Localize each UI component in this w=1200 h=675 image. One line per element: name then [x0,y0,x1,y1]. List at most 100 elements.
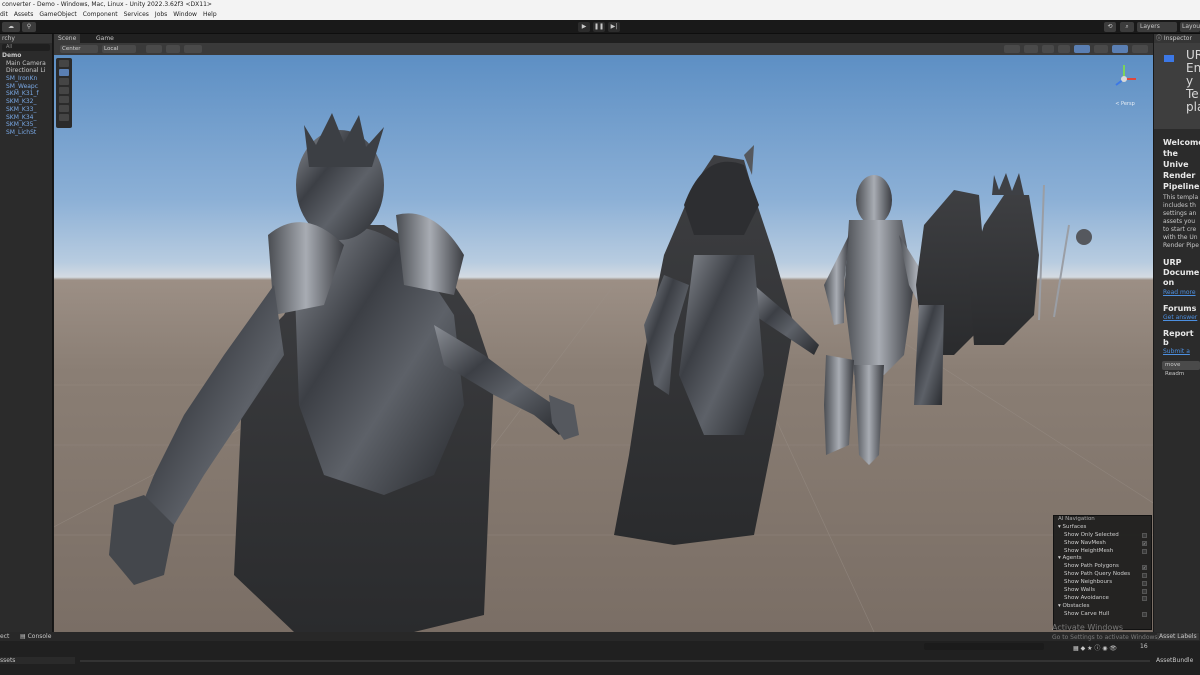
hidden-objects-icon[interactable] [1094,45,1108,53]
checkbox[interactable] [1142,580,1147,586]
ai-option[interactable]: Show Carve Hull [1054,611,1151,619]
draw-mode-icon[interactable] [1004,45,1020,53]
scale-tool-icon[interactable] [59,87,69,94]
bottom-tab-bar [0,632,1200,641]
report-heading: Report b [1163,329,1194,347]
lighting-icon[interactable] [1042,45,1054,53]
heading-line: Render [1163,171,1196,180]
collab-icon[interactable]: ⚲ [22,22,36,32]
hierarchy-item[interactable]: SM_IronKn [0,75,52,83]
hierarchy-search-input[interactable]: All [2,44,50,51]
menu-edit[interactable]: dit [0,9,8,20]
effects-icon[interactable] [1074,45,1090,53]
menu-component[interactable]: Component [83,9,118,20]
menu-gameobject[interactable]: GameObject [39,9,76,20]
hierarchy-item[interactable]: SKM_K35_ [0,121,52,129]
menu-help[interactable]: Help [203,9,217,20]
menu-jobs[interactable]: Jobs [155,9,167,20]
scene-root[interactable]: Demo [0,52,52,60]
gizmos-icon[interactable] [1132,45,1148,53]
ai-option[interactable]: Show Path Query Nodes [1054,571,1151,579]
asset-scrollbar[interactable] [80,660,1150,662]
checkbox[interactable] [1142,572,1147,578]
read-more-link[interactable]: Read more [1154,288,1200,296]
filter-icons[interactable]: ▦ ◆ ★ ⓘ ◉ 👁 [1073,643,1117,652]
tab-game[interactable]: Game [92,34,118,43]
heading-line: on [1163,278,1175,287]
ai-option[interactable]: Show HeightMesh [1054,548,1151,556]
menu-assets[interactable]: Assets [14,9,34,20]
tab-project[interactable]: ect [0,633,9,640]
pause-button[interactable]: ❚❚ [593,22,605,32]
hand-tool-icon[interactable] [59,60,69,67]
project-search-input[interactable] [924,643,1044,650]
transform-tool-icon[interactable] [59,105,69,112]
grid-snap-icon[interactable] [146,45,162,53]
menu-window[interactable]: Window [173,9,197,20]
ai-option[interactable]: Show Neighbours [1054,579,1151,587]
inspector-tab[interactable]: ⓘ Inspector [1154,34,1200,43]
hierarchy-item[interactable]: Directional Li [0,67,52,75]
ai-option[interactable]: Show NavMesh ✓ [1054,540,1151,548]
checkbox-checked[interactable]: ✓ [1142,541,1147,547]
obstacles-header[interactable]: ▾ Obstacles [1054,603,1151,611]
step-button[interactable]: ▶| [608,22,620,32]
rect-tool-icon[interactable] [59,96,69,103]
2d-toggle[interactable] [1024,45,1038,53]
checkbox-checked[interactable]: ✓ [1142,564,1147,570]
space-dropdown[interactable]: Local [102,45,136,53]
hierarchy-item[interactable]: SKM_K32_ [0,98,52,106]
snap-icon[interactable] [166,45,180,53]
hierarchy-item[interactable]: SKM_K31_f [0,90,52,98]
hierarchy-item[interactable]: SM_LichSt [0,129,52,137]
checkbox[interactable] [1142,533,1147,539]
camera-settings-icon[interactable] [1112,45,1128,53]
unity-logo-icon [1164,55,1174,62]
asset-bundle-label[interactable]: AssetBundle [1156,657,1193,664]
checkbox[interactable] [1142,588,1147,594]
pivot-dropdown[interactable]: Center [60,45,98,53]
scene-viewport[interactable]: < Persp [54,55,1153,632]
ai-option[interactable]: Show Avoidance [1054,595,1151,603]
ai-option[interactable]: Show Path Polygons ✓ [1054,563,1151,571]
asset-labels-panel[interactable]: Asset Labels [1157,633,1199,640]
get-answers-link[interactable]: Get answer [1154,313,1200,321]
tab-scene[interactable]: Scene [54,34,81,43]
layers-dropdown[interactable]: Layers [1137,22,1177,32]
increment-icon[interactable] [184,45,202,53]
tab-console[interactable]: ▤ Console [20,633,51,640]
persp-label[interactable]: < Persp [1115,101,1135,107]
ai-option[interactable]: Show Only Selected [1054,532,1151,540]
rotate-tool-icon[interactable] [59,78,69,85]
checkbox[interactable] [1142,549,1147,555]
remove-readme-button[interactable]: move Readm [1162,361,1200,377]
cloud-icon[interactable]: ☁ [2,22,20,32]
bottom-panel: ect ▤ Console ▦ ◆ ★ ⓘ ◉ 👁 16 ssets Asset… [0,623,1200,675]
desc-line: with the Un [1163,234,1198,241]
audio-icon[interactable] [1058,45,1070,53]
hierarchy-item[interactable]: Main Camera [0,60,52,68]
history-icon[interactable]: ⟲ [1104,22,1116,32]
play-button[interactable]: ▶ [578,22,590,32]
checkbox[interactable] [1142,596,1147,602]
ai-option[interactable]: Show Walls [1054,587,1151,595]
hierarchy-item[interactable]: SKM_K34_ [0,114,52,122]
checkbox[interactable] [1142,612,1147,618]
search-icon[interactable]: ⌕ [1120,22,1134,32]
submit-link[interactable]: Submit a [1154,347,1200,355]
move-tool-icon[interactable] [59,69,69,76]
hierarchy-item[interactable]: SM_Weapc [0,83,52,91]
hierarchy-item[interactable]: SKM_K33_ [0,106,52,114]
window-title: converter - Demo - Windows, Mac, Linux -… [0,0,1200,9]
layout-dropdown[interactable]: Layou [1180,22,1200,32]
assets-folder[interactable]: ssets [0,657,75,664]
inspector-tab-label: Inspector [1163,35,1192,42]
agents-header[interactable]: ▾ Agents [1054,555,1151,563]
custom-tool-icon[interactable] [59,114,69,121]
heading-line: Documer [1163,268,1200,277]
surfaces-header[interactable]: ▾ Surfaces [1054,524,1151,532]
knight-large [109,113,579,632]
desc-line: includes th [1163,202,1196,209]
hierarchy-tab[interactable]: rchy [0,34,52,43]
menu-services[interactable]: Services [124,9,149,20]
